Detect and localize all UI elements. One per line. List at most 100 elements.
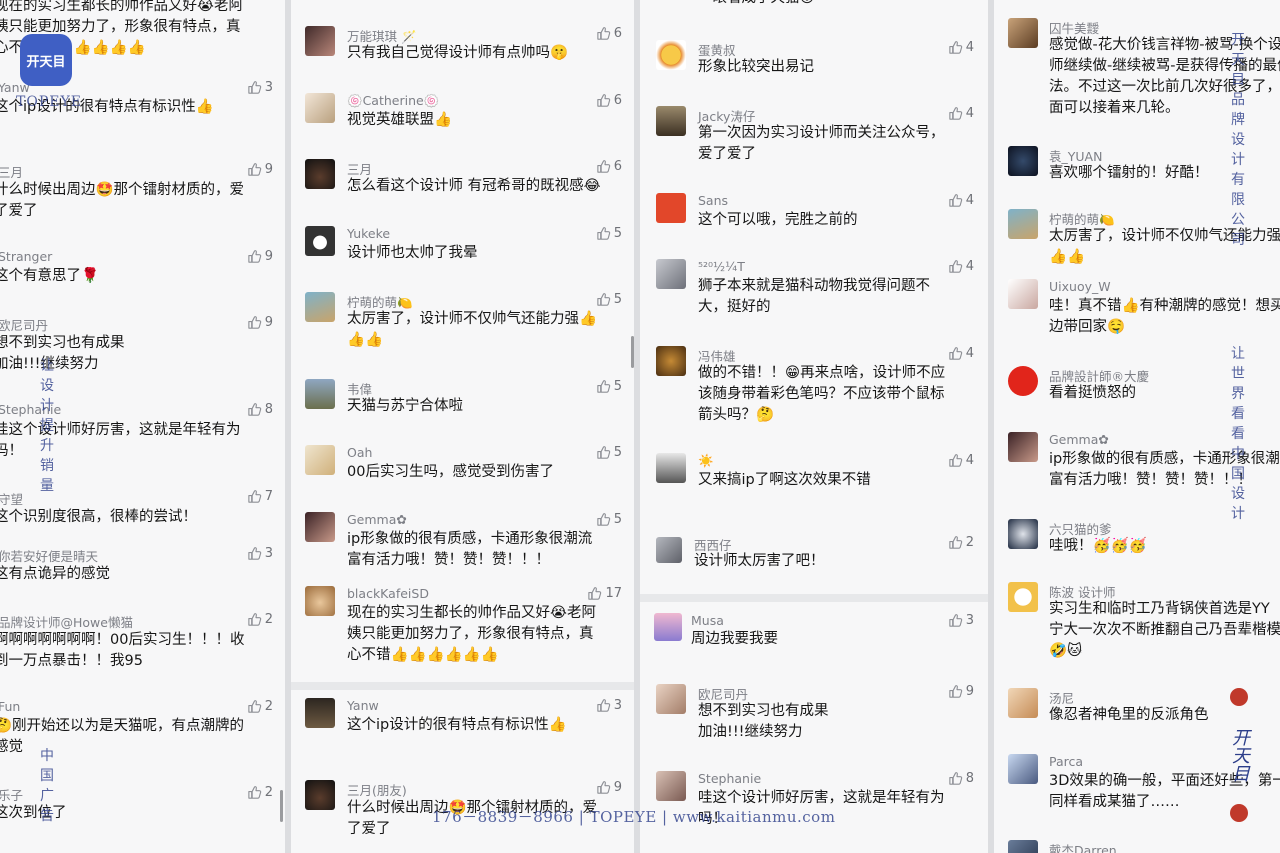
like-button[interactable]: 5 (596, 512, 622, 527)
comment-author[interactable]: Musa (691, 613, 724, 628)
like-button[interactable]: 9 (247, 249, 273, 264)
avatar[interactable] (305, 698, 335, 728)
avatar[interactable] (1008, 209, 1038, 239)
like-button[interactable]: 9 (596, 780, 622, 795)
comment-author[interactable]: Sans (698, 193, 728, 208)
avatar[interactable] (305, 586, 335, 616)
avatar[interactable] (305, 780, 335, 810)
thumb-up-icon (596, 159, 611, 174)
comment-author[interactable]: 三月 (0, 162, 23, 181)
avatar[interactable] (1008, 754, 1038, 784)
comment-author[interactable]: Parca (1049, 754, 1083, 769)
like-button[interactable]: 9 (247, 315, 273, 330)
like-button[interactable]: 3 (948, 613, 974, 628)
like-button[interactable]: 2 (247, 699, 273, 714)
comment-author[interactable]: 🍥Catherine🍥 (347, 93, 439, 109)
avatar[interactable] (656, 193, 686, 223)
comment-text: 现在的实习生都长的帅作品又好😭老阿 姨只能更加努力了，形象很有特点，真 心不错👍… (347, 605, 596, 663)
comment-author[interactable]: 三月(朋友) (347, 780, 407, 799)
comment-author[interactable]: 欧尼司丹 (0, 315, 48, 334)
like-count: 7 (264, 489, 273, 504)
comment-author[interactable]: ☀️ (698, 453, 714, 469)
avatar[interactable] (656, 771, 686, 801)
avatar[interactable] (1008, 519, 1038, 549)
like-button[interactable]: 8 (247, 402, 273, 417)
avatar[interactable] (1008, 279, 1038, 309)
comment-author[interactable]: Gemma✿ (347, 512, 407, 527)
avatar[interactable] (1008, 18, 1038, 48)
like-button[interactable]: 9 (948, 684, 974, 699)
avatar[interactable] (654, 613, 682, 641)
comment-author[interactable]: Oah (347, 445, 372, 460)
avatar[interactable] (1008, 582, 1038, 612)
avatar[interactable] (1008, 146, 1038, 176)
avatar[interactable] (656, 346, 686, 376)
comment-text: 做的不错！！😁再来点啥，设计师不应 该随身带着彩色笔吗？不应该带个鼠标 箭头吗？… (698, 365, 946, 423)
like-button[interactable]: 5 (596, 226, 622, 241)
like-button[interactable]: 3 (247, 546, 273, 561)
like-button[interactable]: 4 (948, 106, 974, 121)
comment-author[interactable]: Stephanie (698, 771, 761, 786)
watermark-vertical-slogan-left-2: 中国广告 (40, 748, 54, 824)
like-button[interactable]: 3 (596, 698, 622, 713)
thumb-up-icon (247, 249, 262, 264)
comment-author[interactable]: 守望 (0, 489, 23, 508)
like-button[interactable]: 2 (247, 785, 273, 800)
comment-author[interactable]: 戴杰Darren (1049, 840, 1117, 853)
comment-text: 周边我要我要 (691, 631, 778, 647)
like-button[interactable]: 5 (596, 445, 622, 460)
avatar[interactable] (656, 684, 686, 714)
avatar[interactable] (656, 259, 686, 289)
like-button[interactable]: 4 (948, 259, 974, 274)
comment-author[interactable]: 你若安好便是晴天 (0, 546, 98, 565)
like-button[interactable]: 4 (948, 40, 974, 55)
scrollbar[interactable] (280, 790, 283, 822)
like-button[interactable]: 6 (596, 159, 622, 174)
thumb-up-icon (596, 512, 611, 527)
avatar[interactable] (1008, 840, 1038, 853)
like-button[interactable]: 9 (247, 162, 273, 177)
comment-author[interactable]: Gemma✿ (1049, 432, 1109, 447)
avatar[interactable] (1008, 432, 1038, 462)
scrollbar[interactable] (631, 336, 634, 368)
like-button[interactable]: 8 (948, 771, 974, 786)
like-count: 4 (965, 259, 974, 274)
like-button[interactable]: 17 (587, 586, 622, 601)
like-button[interactable]: 2 (247, 612, 273, 627)
watermark-vertical-slogan-right: 让世界看看中国设计 (1231, 346, 1245, 522)
comment-author[interactable]: Uixuoy_W (1049, 279, 1111, 294)
comment-author[interactable]: Yukeke (347, 226, 390, 241)
avatar[interactable] (656, 40, 686, 70)
comment-author[interactable]: ⁵²⁰½¼T (698, 259, 745, 274)
like-button[interactable]: 7 (247, 489, 273, 504)
like-button[interactable]: 4 (948, 453, 974, 468)
avatar[interactable] (305, 292, 335, 322)
like-button[interactable]: 3 (247, 80, 273, 95)
avatar[interactable] (305, 226, 335, 256)
like-button[interactable]: 6 (596, 26, 622, 41)
comment-author[interactable]: Fun (0, 699, 20, 714)
avatar[interactable] (305, 93, 335, 123)
avatar[interactable] (305, 26, 335, 56)
avatar[interactable] (305, 379, 335, 409)
comment-author[interactable]: 乐子 (0, 785, 23, 804)
comment-author[interactable]: blackKafeiSD (347, 586, 429, 601)
comment-author[interactable]: Yanw (347, 698, 379, 713)
avatar[interactable] (305, 159, 335, 189)
comment-text: 这有点诡异的感觉 (0, 566, 110, 582)
like-button[interactable]: 5 (596, 379, 622, 394)
avatar[interactable] (656, 537, 682, 563)
avatar[interactable] (1008, 688, 1038, 718)
like-button[interactable]: 4 (948, 193, 974, 208)
like-button[interactable]: 5 (596, 292, 622, 307)
avatar[interactable] (656, 106, 686, 136)
comment-author[interactable]: Stranger (0, 249, 52, 264)
like-button[interactable]: 2 (948, 535, 974, 550)
avatar[interactable] (305, 512, 335, 542)
like-button[interactable]: 4 (948, 346, 974, 361)
comment-author[interactable]: 品牌设计师@Howe懒猫 (0, 612, 133, 631)
like-button[interactable]: 6 (596, 93, 622, 108)
avatar[interactable] (656, 453, 686, 483)
avatar[interactable] (1008, 366, 1038, 396)
avatar[interactable] (305, 445, 335, 475)
